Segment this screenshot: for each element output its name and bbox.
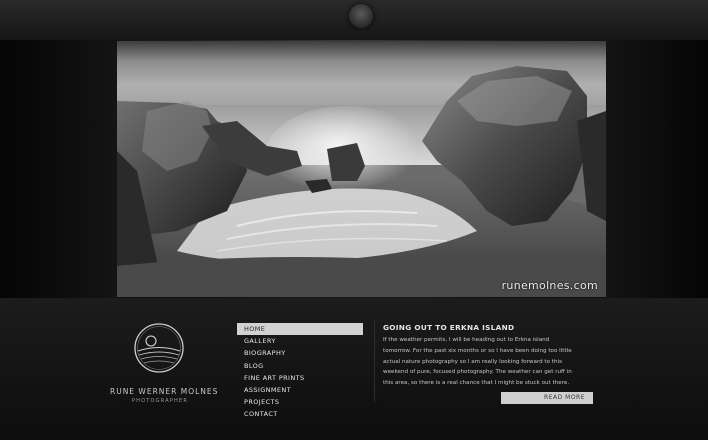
post-body: If the weather permits, I will be headin… <box>383 335 598 389</box>
nav-item-gallery[interactable]: GALLERY <box>237 335 363 347</box>
nav-item-biography[interactable]: BIOGRAPHY <box>237 347 363 359</box>
read-more-button[interactable]: READ MORE <box>501 392 593 404</box>
blog-post-preview: GOING OUT TO ERKNA ISLAND If the weather… <box>383 323 598 389</box>
hero-photo: runemolnes.com <box>117 41 606 297</box>
post-line: tomorrow. For the past six months or so … <box>383 347 572 354</box>
nav-item-contact[interactable]: CONTACT <box>237 408 363 420</box>
post-line: weekend of pure, focused photography. Th… <box>383 369 572 376</box>
main-nav: HOME GALLERY BIOGRAPHY BLOG FINE ART PRI… <box>237 323 363 421</box>
brand-name: RUNE WERNER MOLNES <box>110 387 219 396</box>
brand-logo-icon[interactable] <box>132 318 186 380</box>
post-line: actual nature photography so I am really… <box>383 358 563 365</box>
post-line: this area, so there is a real chance tha… <box>383 380 570 387</box>
watermark: runemolnes.com <box>501 279 598 292</box>
top-logo-icon[interactable] <box>349 4 373 28</box>
hero-photo-image <box>117 41 606 297</box>
divider <box>374 320 375 402</box>
nav-item-projects[interactable]: PROJECTS <box>237 396 363 408</box>
brand-subtitle: PHOTOGRAPHER <box>131 398 189 404</box>
nav-item-fine-art-prints[interactable]: FINE ART PRINTS <box>237 372 363 384</box>
nav-item-home[interactable]: HOME <box>237 323 363 336</box>
right-frame <box>606 40 708 298</box>
page: runemolnes.com RUNE WERNER MOLNES PHOTOG… <box>0 0 708 440</box>
nav-item-blog[interactable]: BLOG <box>237 360 363 372</box>
nav-item-assignment[interactable]: ASSIGNMENT <box>237 384 363 396</box>
post-line: If the weather permits, I will be headin… <box>383 337 550 343</box>
post-title[interactable]: GOING OUT TO ERKNA ISLAND <box>383 323 598 332</box>
left-frame <box>0 40 117 298</box>
